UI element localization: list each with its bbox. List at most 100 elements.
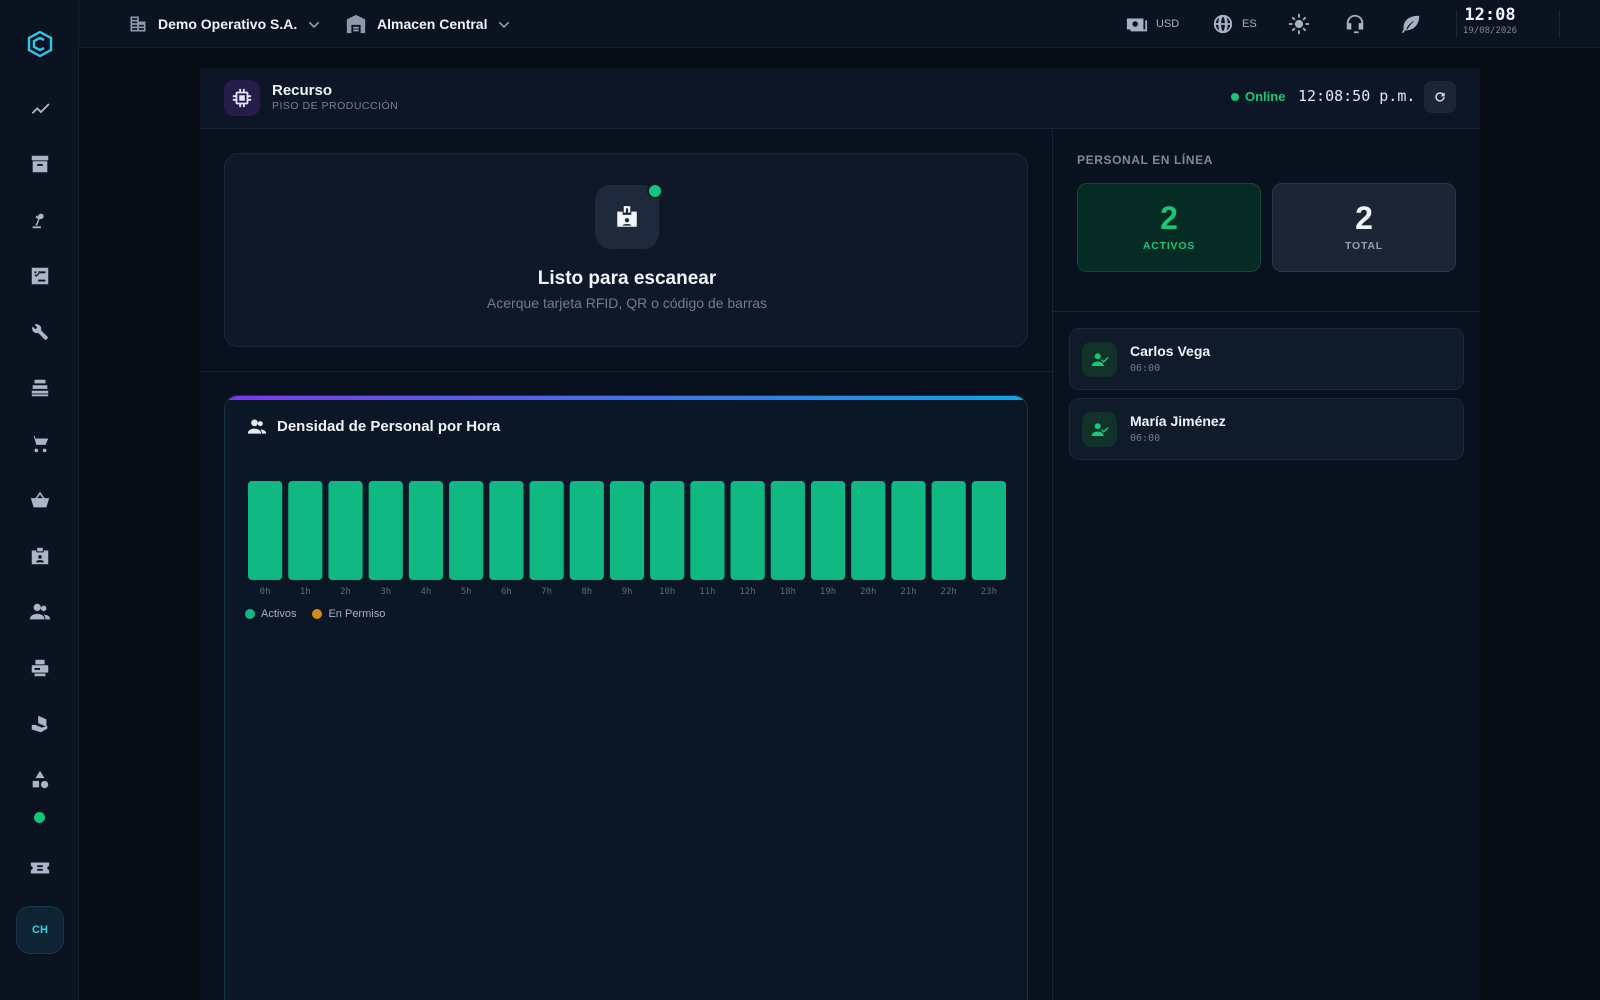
legend-label: Activos: [261, 608, 297, 620]
total-stat-card: 2 TOTAL: [1272, 183, 1456, 272]
chart-bar[interactable]: [529, 481, 564, 580]
x-tick-label: 7h: [541, 587, 552, 597]
x-tick-label: 3h: [380, 587, 391, 597]
legend-item-en-permiso[interactable]: En Permiso: [312, 608, 385, 620]
sun-icon: [1288, 13, 1310, 35]
user-check-icon: [1082, 412, 1117, 447]
x-tick-label: 18h: [780, 587, 796, 597]
active-count: 2: [1160, 200, 1178, 236]
status-badge: Online: [1231, 89, 1285, 104]
building-icon: [130, 16, 146, 32]
user-check-icon: [1082, 342, 1117, 377]
headset-icon: [1346, 14, 1364, 34]
chart-bar[interactable]: [650, 481, 685, 580]
eco-button[interactable]: [1400, 0, 1422, 48]
x-tick-label: 0h: [260, 587, 271, 597]
people-icon[interactable]: [24, 596, 56, 628]
topbar-clock: 12:08 19/08/2026: [1451, 6, 1529, 38]
chart-bar[interactable]: [931, 481, 966, 580]
legend-swatch: [312, 609, 323, 619]
ticket-icon[interactable]: [24, 852, 56, 884]
avatar[interactable]: CH: [16, 906, 64, 954]
leaf-icon: [1401, 15, 1420, 34]
x-tick-label: 6h: [501, 587, 512, 597]
card-accent-bar: [225, 396, 1027, 400]
page-title: Recurso: [272, 82, 333, 99]
shapes-icon[interactable]: [24, 764, 56, 796]
chart-bar[interactable]: [971, 481, 1006, 580]
chart-bar[interactable]: [770, 481, 805, 580]
chevron-down-icon: [499, 21, 510, 29]
cart-icon[interactable]: [24, 428, 56, 460]
cpu-icon: [224, 80, 260, 116]
basket-icon[interactable]: [24, 484, 56, 516]
person-time: 06:00: [1130, 363, 1161, 374]
theme-toggle[interactable]: [1288, 0, 1310, 48]
x-tick-label: 4h: [421, 587, 432, 597]
people-icon: [245, 417, 269, 442]
x-tick-label: 20h: [860, 587, 876, 597]
resource-panel: Recurso PISO DE PRODUCCIÓN Online 12:08:…: [200, 68, 1480, 1000]
x-tick-label: 12h: [739, 587, 755, 597]
chart-bar[interactable]: [730, 481, 765, 580]
archive-icon[interactable]: [24, 148, 56, 180]
x-tick-label: 5h: [461, 587, 472, 597]
x-tick-label: 23h: [981, 587, 997, 597]
chart-title: Densidad de Personal por Hora: [277, 418, 501, 435]
currency-selector[interactable]: USD: [1126, 0, 1179, 48]
wrench-icon[interactable]: [24, 316, 56, 348]
x-tick-label: 8h: [581, 587, 592, 597]
brand-logo-icon[interactable]: [22, 26, 58, 62]
section-label: PERSONAL EN LÍNEA: [1077, 153, 1213, 167]
x-tick-label: 11h: [699, 587, 715, 597]
sidebar: CH: [0, 0, 79, 1000]
page-subtitle: PISO DE PRODUCCIÓN: [272, 100, 399, 112]
divider: [1559, 10, 1560, 38]
status-dot: [1231, 92, 1239, 101]
clock-time: 12:08: [1464, 5, 1516, 25]
printer-icon[interactable]: [24, 652, 56, 684]
robot-arm-icon[interactable]: [24, 204, 56, 236]
chart-bar[interactable]: [288, 481, 323, 580]
chart-bar[interactable]: [408, 481, 444, 580]
total-label: TOTAL: [1344, 240, 1384, 252]
chart-bar[interactable]: [368, 481, 403, 580]
person-name: Carlos Vega: [1130, 343, 1211, 359]
package-hand-icon[interactable]: [24, 708, 56, 740]
x-tick-label: 21h: [900, 587, 916, 597]
active-label: ACTIVOS: [1142, 240, 1196, 252]
company-selector[interactable]: Demo Operativo S.A.: [128, 0, 321, 48]
chart-bar[interactable]: [489, 481, 524, 580]
density-chart: 0h 1h 2h 3h 4h 5h 6h 7h 8h 9h 10h 11h 12h 18h 19h 20h 21…: [248, 481, 1006, 597]
chart-bar[interactable]: [248, 481, 283, 580]
list-item[interactable]: María Jiménez 06:00: [1069, 398, 1464, 460]
x-tick-label: 22h: [941, 587, 957, 597]
chart-bar[interactable]: [609, 481, 645, 580]
chevron-down-icon: [309, 21, 320, 29]
list-item[interactable]: Carlos Vega 06:00: [1069, 328, 1464, 390]
chart-bar[interactable]: [569, 481, 604, 580]
warehouse-name: Almacen Central: [377, 16, 488, 32]
support-button[interactable]: [1344, 0, 1366, 48]
globe-icon: [1213, 14, 1233, 34]
legend-item-activos[interactable]: Activos: [245, 608, 296, 620]
chart-bar[interactable]: [690, 481, 725, 580]
divider: [200, 371, 1053, 372]
refresh-icon: [1435, 92, 1445, 102]
scan-card[interactable]: Listo para escanear Acerque tarjeta RFID…: [224, 153, 1028, 347]
language-selector[interactable]: ES: [1212, 0, 1257, 48]
badge-icon[interactable]: [24, 540, 56, 572]
person-name: María Jiménez: [1130, 413, 1226, 429]
right-column: PERSONAL EN LÍNEA 2 ACTIVOS 2 TOTAL Carl…: [1053, 129, 1480, 1000]
chart-bar[interactable]: [891, 481, 926, 580]
panel-clock: 12:08:50 p.m.: [1298, 87, 1416, 105]
chart-bar[interactable]: [328, 481, 363, 580]
checklist-icon[interactable]: [24, 260, 56, 292]
trend-icon[interactable]: [24, 92, 56, 124]
chart-bar[interactable]: [851, 481, 886, 580]
chart-bar[interactable]: [810, 481, 846, 580]
warehouse-selector[interactable]: Almacen Central: [345, 0, 511, 48]
refresh-button[interactable]: [1424, 81, 1456, 113]
chart-bar[interactable]: [449, 481, 484, 580]
server-icon[interactable]: [24, 372, 56, 404]
